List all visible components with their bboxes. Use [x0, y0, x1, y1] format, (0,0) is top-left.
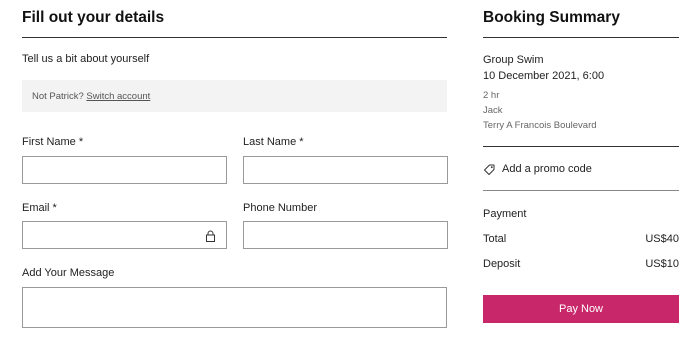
- deposit-row: Deposit US$10: [483, 258, 679, 270]
- last-name-field-box: [243, 156, 448, 184]
- last-name-label: Last Name *: [243, 136, 304, 148]
- tag-icon: [484, 164, 495, 175]
- email-field-box: [22, 221, 227, 249]
- first-name-field-box: [22, 156, 227, 184]
- email-label: Email *: [22, 202, 57, 214]
- phone-label: Phone Number: [243, 202, 317, 214]
- pay-now-button[interactable]: Pay Now: [483, 295, 679, 323]
- promo-code-button[interactable]: Add a promo code: [483, 160, 679, 178]
- account-notice: Not Patrick? Switch account: [22, 80, 447, 112]
- total-row: Total US$40: [483, 233, 679, 245]
- total-label: Total: [483, 233, 507, 245]
- title-divider: [22, 37, 447, 38]
- total-value: US$40: [645, 233, 679, 245]
- booking-location: Terry A Francois Boulevard: [483, 120, 597, 131]
- booking-duration: 2 hr: [483, 90, 500, 101]
- last-name-input[interactable]: [244, 157, 447, 183]
- details-divider: [483, 146, 679, 147]
- phone-input[interactable]: [244, 222, 447, 248]
- message-field-box: [22, 287, 447, 328]
- summary-title-divider: [483, 37, 679, 38]
- notice-text: Not Patrick?: [32, 91, 84, 102]
- phone-field-box: [243, 221, 448, 249]
- switch-account-link[interactable]: Switch account: [86, 91, 150, 102]
- first-name-label: First Name *: [22, 136, 84, 148]
- form-title: Fill out your details: [22, 9, 165, 26]
- promo-code-label: Add a promo code: [502, 163, 592, 175]
- deposit-label: Deposit: [483, 258, 521, 270]
- payment-heading: Payment: [483, 208, 527, 220]
- deposit-value: US$10: [645, 258, 679, 270]
- email-input[interactable]: [23, 222, 226, 248]
- message-label: Add Your Message: [22, 267, 115, 279]
- message-textarea[interactable]: [23, 288, 446, 327]
- promo-divider: [483, 190, 679, 191]
- booking-datetime: 10 December 2021, 6:00: [483, 70, 605, 82]
- summary-title: Booking Summary: [483, 9, 620, 26]
- lock-icon: [206, 230, 215, 242]
- service-name: Group Swim: [483, 54, 544, 66]
- form-subtitle: Tell us a bit about yourself: [22, 53, 150, 65]
- staff-name: Jack: [483, 105, 503, 116]
- first-name-input[interactable]: [23, 157, 226, 183]
